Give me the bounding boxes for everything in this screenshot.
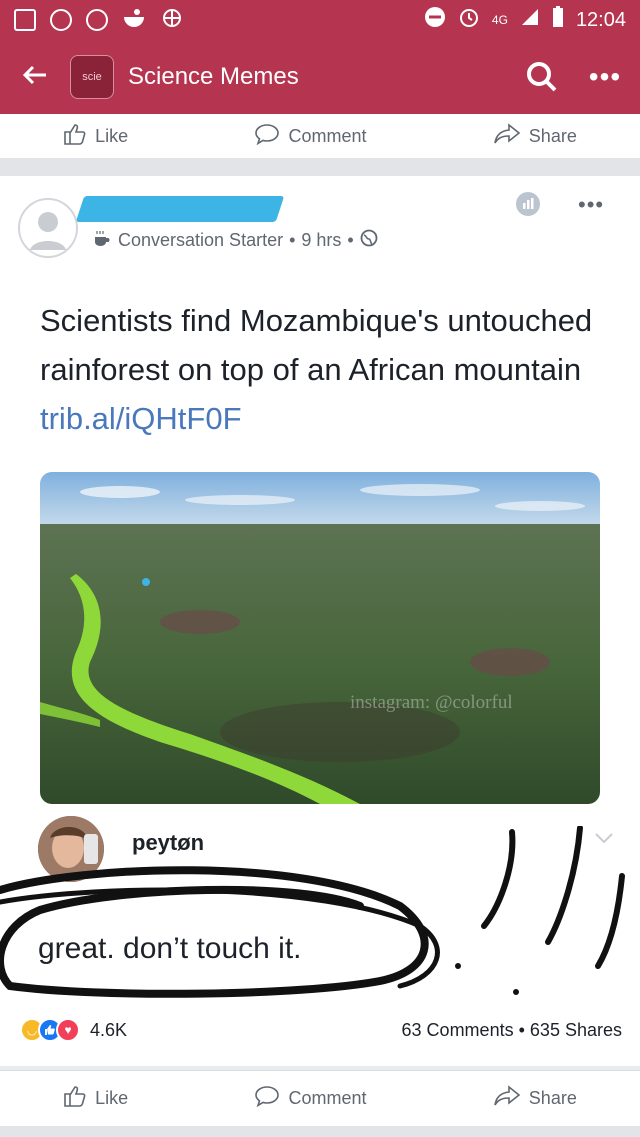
group-thumbnail-label: scie [82,71,102,83]
globe-icon [360,229,378,252]
notification-icons [14,6,184,35]
shield-icon [86,9,108,31]
engagement-counts: 63 Comments • 635 Shares [402,1020,622,1041]
meta-separator: • [289,230,296,250]
share-label: Share [528,1088,577,1108]
feed-divider [0,1126,640,1137]
post-text: Scientists find Mozambique's untouched r… [40,303,593,387]
thumbs-up-icon [63,123,87,150]
share-button[interactable]: Share [493,1085,577,1112]
landscape-image [40,472,600,804]
app-bar: scie Science Memes ••• [0,40,640,114]
share-count[interactable]: 635 Shares [530,1020,622,1040]
post-category[interactable]: Conversation Starter [118,230,283,251]
like-button[interactable]: Like [63,1085,128,1112]
reaction-count: 4.6K [90,1019,128,1040]
clock: 12:04 [575,8,626,31]
comment-button[interactable]: Comment [254,123,367,150]
group-title[interactable]: Science Memes [128,63,299,91]
like-label: Like [95,1088,129,1108]
share-button[interactable]: Share [493,122,577,150]
marker-annotation [0,826,625,998]
comment-button[interactable]: Comment [254,1085,367,1112]
more-options-icon[interactable]: ••• [570,61,640,93]
image-watermark: instagram: @colorful [350,692,513,713]
comment-icon [254,123,280,150]
search-icon[interactable] [514,61,570,93]
like-button[interactable]: Like [63,123,128,150]
bowl-icon [122,7,146,34]
reaction-summary[interactable]: ◡ ♥ 4.6K [20,1018,127,1042]
share-label: Share [528,125,577,146]
post-actions: Like Comment Share [0,1070,640,1126]
reaction-icons: ◡ ♥ [20,1018,80,1042]
redacted-author-name [75,196,285,222]
app-notification-icon [14,9,36,31]
back-arrow-icon[interactable] [0,60,70,94]
meta-separator: • [347,230,354,250]
feed-divider [0,158,640,176]
thumbs-up-icon [63,1085,87,1112]
post-meta: Conversation Starter • 9 hrs • [92,228,378,253]
post-time[interactable]: 9 hrs [301,230,341,251]
post-options-icon[interactable]: ••• [578,192,604,218]
status-bar: 4G 12:04 [0,0,640,40]
settings-icon [160,6,184,35]
post-body: Scientists find Mozambique's untouched r… [40,296,600,443]
insights-icon[interactable] [516,192,540,216]
post-link[interactable]: trib.al/iQHtF0F [40,401,242,436]
comment-label: Comment [288,1088,367,1108]
do-not-disturb-icon [424,6,446,34]
group-thumbnail[interactable]: scie [70,55,114,99]
like-label: Like [95,125,129,146]
share-arrow-icon [493,1085,521,1112]
author-avatar[interactable] [18,198,78,258]
comment-count[interactable]: 63 Comments [402,1020,514,1040]
previous-post-actions: Like Comment Share [0,114,640,158]
count-separator: • [518,1020,525,1040]
coffee-cup-icon [92,228,112,253]
network-type: 4G [491,13,508,27]
comment-label: Comment [288,125,367,146]
share-arrow-icon [493,122,521,150]
comment-icon [254,1085,280,1112]
post-card: Conversation Starter • 9 hrs • ••• Scien… [0,176,640,1066]
alert-icon [50,9,72,31]
signal-icon [520,7,540,33]
alarm-icon [458,6,480,34]
battery-icon [552,6,564,34]
love-reaction-icon: ♥ [56,1018,80,1042]
post-photo[interactable]: instagram: @colorful [40,472,600,804]
